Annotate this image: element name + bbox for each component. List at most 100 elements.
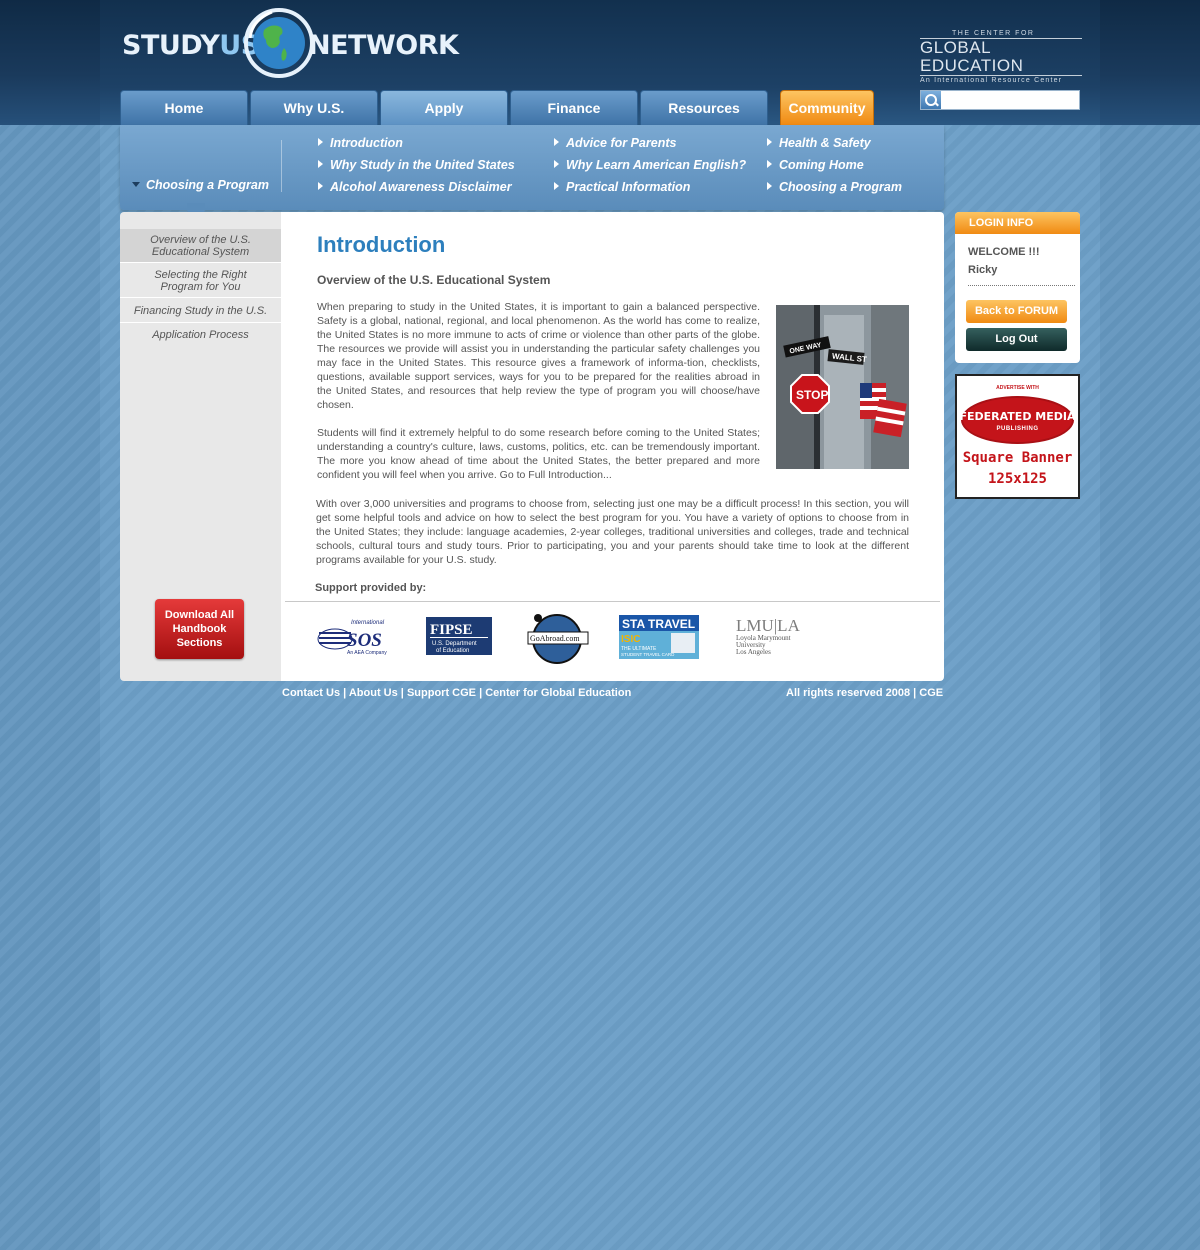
submenu-link-introduction[interactable]: Introduction: [318, 136, 403, 150]
footer-link-about[interactable]: About Us: [349, 687, 398, 699]
ad-square-banner[interactable]: ADVERTISE WITH FEDERATED MEDIA PUBLISHIN…: [955, 374, 1080, 499]
leftnav-item-overview[interactable]: Overview of the U.S. Educational System: [120, 229, 281, 263]
arrow-right-icon: [554, 138, 559, 146]
footer-link-support[interactable]: Support CGE: [407, 687, 476, 699]
page-shade-right: [1100, 125, 1200, 1250]
support-label: Support provided by:: [315, 582, 427, 594]
submenu-link-label: Alcohol Awareness Disclaimer: [330, 180, 512, 194]
submenu-link-coming-home[interactable]: Coming Home: [767, 158, 864, 172]
footer-link-cge[interactable]: Center for Global Education: [485, 687, 631, 699]
submenu-link-label: Coming Home: [779, 158, 864, 172]
fipse-logo-icon: FIPSE U.S. Department of Education: [426, 617, 492, 655]
tab-why-us[interactable]: Why U.S.: [250, 90, 378, 125]
download-handbook-button[interactable]: Download All Handbook Sections: [155, 599, 244, 659]
login-info-heading: LOGIN INFO: [955, 212, 1080, 234]
submenu-link-alcohol[interactable]: Alcohol Awareness Disclaimer: [318, 180, 512, 194]
ad-brand-text: FEDERATED MEDIA: [959, 410, 1076, 423]
submenu-link-english[interactable]: Why Learn American English?: [554, 158, 746, 172]
submenu-link-health[interactable]: Health & Safety: [767, 136, 871, 150]
leftnav-item-financing[interactable]: Financing Study in the U.S.: [120, 299, 281, 323]
arrow-right-icon: [318, 160, 323, 168]
sos-main-text: SOS: [347, 630, 382, 651]
submenu-link-why-study[interactable]: Why Study in the United States: [318, 158, 515, 172]
wall-street-photo-art: ONE WAY WALL ST STOP: [776, 305, 909, 469]
submenu-link-practical[interactable]: Practical Information: [554, 180, 690, 194]
sponsor-international-sos[interactable]: International SOS An AEA Company: [317, 612, 393, 662]
logo-network-text: NETWORK: [308, 30, 459, 61]
stop-sign-text: STOP: [796, 388, 828, 402]
intro-paragraph-2: Students will find it extremely helpful …: [317, 427, 760, 481]
intro-paragraph-1: When preparing to study in the United St…: [317, 301, 760, 411]
logo-study-text: STUDYUS: [122, 30, 260, 61]
sponsor-lmu[interactable]: LMU|LA Loyola Marymount University Los A…: [736, 612, 816, 662]
arrow-right-icon: [554, 182, 559, 190]
goabroad-logo-icon: GoAbroad.com: [527, 614, 589, 664]
footer-separator: |: [476, 687, 486, 699]
login-info-panel: LOGIN INFO WELCOME !!! Ricky Back to FOR…: [955, 212, 1080, 363]
page-shade-left: [0, 125, 100, 1250]
sta-isic-text: ISIC: [621, 634, 640, 645]
sta-travel-logo-icon: STA TRAVEL ISIC THE ULTIMATE STUDENT TRA…: [619, 615, 699, 659]
sta-sub2-text: STUDENT TRAVEL CARD: [621, 652, 675, 657]
ad-size-text: 125x125: [987, 471, 1047, 487]
tab-apply[interactable]: Apply: [380, 90, 508, 125]
sos-top-text: International: [351, 620, 385, 626]
tab-resources[interactable]: Resources: [640, 90, 768, 125]
arrow-right-icon: [767, 182, 772, 190]
dotted-divider: [968, 285, 1075, 286]
sos-sub-text: An AEA Company: [347, 650, 387, 656]
footer-separator: |: [397, 687, 407, 699]
chevron-down-icon: [132, 182, 140, 187]
back-to-forum-button[interactable]: Back to FORUM: [966, 300, 1067, 323]
search-input[interactable]: [942, 91, 1079, 109]
cge-logo-top: THE CENTER FOR: [952, 30, 1035, 37]
submenu-link-label: Introduction: [330, 136, 403, 150]
leftnav-item-application[interactable]: Application Process: [120, 324, 281, 348]
leftnav-item-selecting[interactable]: Selecting the Right Program for You: [120, 264, 281, 298]
submenu-current-label: Choosing a Program: [146, 178, 269, 192]
ad-publishing-text: PUBLISHING: [996, 426, 1039, 432]
arrow-right-icon: [318, 182, 323, 190]
arrow-right-icon: [767, 138, 772, 146]
arrow-right-icon: [318, 138, 323, 146]
submenu: Choosing a Program Introduction Why Stud…: [120, 125, 944, 217]
ad-square-banner-text: Square Banner: [962, 450, 1073, 466]
sta-main-text: STA TRAVEL: [622, 617, 695, 631]
submenu-link-label: Why Study in the United States: [330, 158, 515, 172]
fipse-sub2-text: of Education: [436, 648, 469, 654]
cge-logo-main: GLOBAL EDUCATION: [920, 38, 1082, 76]
search-icon[interactable]: [921, 91, 941, 109]
cge-logo-sub: An International Resource Center: [920, 77, 1063, 84]
submenu-link-parents[interactable]: Advice for Parents: [554, 136, 676, 150]
intro-paragraph-3: With over 3,000 universities and program…: [316, 498, 909, 566]
submenu-link-label: Choosing a Program: [779, 180, 902, 194]
logout-button[interactable]: Log Out: [966, 328, 1067, 351]
footer-links: Contact Us | About Us | Support CGE | Ce…: [282, 687, 631, 699]
page-title: Introduction: [317, 232, 446, 257]
fipse-main-text: FIPSE: [430, 622, 473, 638]
sponsor-goabroad[interactable]: GoAbroad.com: [526, 612, 590, 664]
arrow-right-icon: [554, 160, 559, 168]
footer-link-contact[interactable]: Contact Us: [282, 687, 340, 699]
welcome-text: WELCOME !!!: [968, 246, 1040, 258]
cge-logo[interactable]: THE CENTER FOR GLOBAL EDUCATION An Inter…: [920, 30, 1082, 84]
tab-community[interactable]: Community: [780, 90, 874, 125]
submenu-link-choosing[interactable]: Choosing a Program: [767, 180, 902, 194]
sponsor-fipse[interactable]: FIPSE U.S. Department of Education: [426, 617, 492, 667]
submenu-current-section[interactable]: Choosing a Program: [132, 178, 269, 192]
arrow-right-icon: [767, 160, 772, 168]
submenu-link-label: Advice for Parents: [566, 136, 677, 150]
submenu-link-label: Health & Safety: [779, 136, 871, 150]
ad-top-text: ADVERTISE WITH: [996, 385, 1039, 391]
studyus-network-logo[interactable]: STUDYUS NETWORK: [122, 8, 459, 80]
footer-copyright: All rights reserved 2008 | CGE: [786, 687, 944, 699]
sponsor-sta-travel[interactable]: STA TRAVEL ISIC THE ULTIMATE STUDENT TRA…: [619, 615, 699, 665]
wall-street-photo: ONE WAY WALL ST STOP: [776, 305, 909, 469]
sos-logo-icon: International SOS An AEA Company: [317, 620, 387, 656]
submenu-link-label: Why Learn American English?: [566, 158, 747, 172]
lmu-main-text: LMU|LA: [736, 616, 801, 635]
tab-home[interactable]: Home: [120, 90, 248, 125]
page-subtitle: Overview of the U.S. Educational System: [317, 273, 551, 287]
fipse-sub1-text: U.S. Department: [432, 641, 477, 647]
tab-finance[interactable]: Finance: [510, 90, 638, 125]
